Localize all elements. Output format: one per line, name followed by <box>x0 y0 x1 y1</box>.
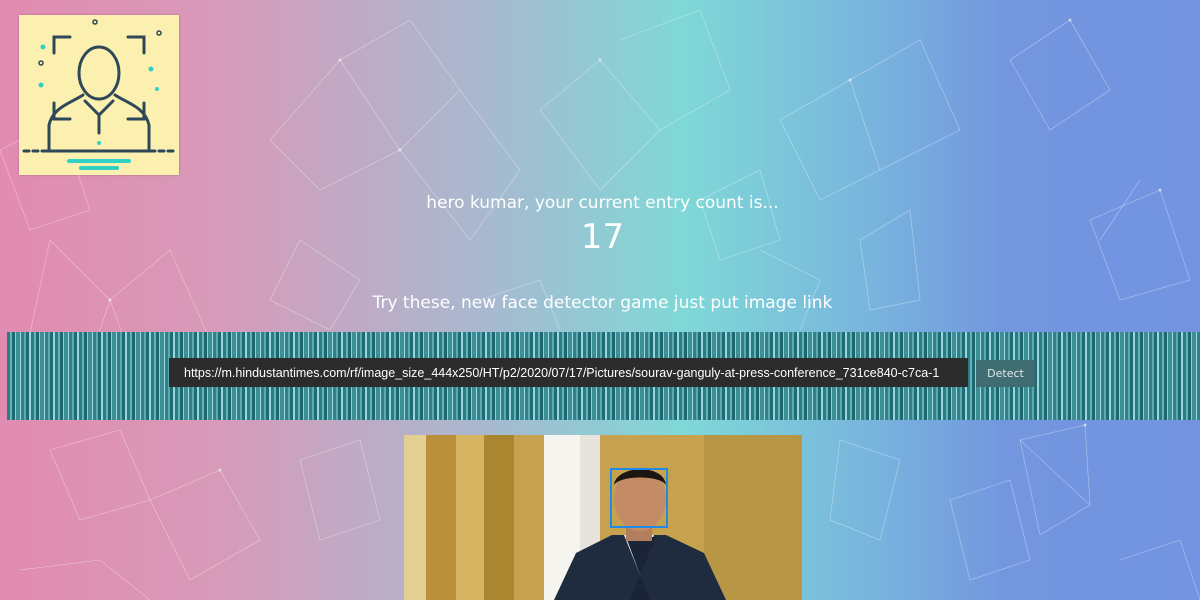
image-url-input[interactable] <box>169 358 968 387</box>
entry-count-greeting: hero kumar, your current entry count is.… <box>426 193 779 213</box>
detect-button[interactable]: Detect <box>976 360 1035 387</box>
face-detection-box <box>610 468 668 528</box>
face-recognition-logo <box>19 15 179 175</box>
face-detector-tagline: Try these, new face detector game just p… <box>372 293 833 313</box>
entry-count-value: 17 <box>580 217 625 257</box>
detected-photo <box>404 435 802 600</box>
face-recognition-icon <box>22 19 176 170</box>
